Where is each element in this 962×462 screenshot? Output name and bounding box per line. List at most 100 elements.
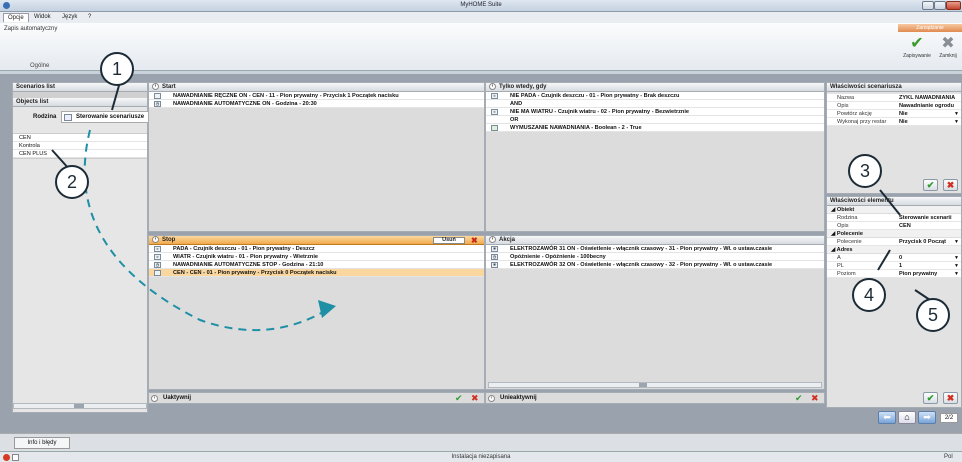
prop-key: Polecenie xyxy=(837,239,862,245)
ribbon-brand-bar: Zarządzanie xyxy=(898,24,962,32)
close-window-button[interactable] xyxy=(946,1,961,10)
scenario-properties-header: Właściwości scenariusza xyxy=(827,83,961,92)
info-errors-tab[interactable]: Info i błędy xyxy=(14,437,70,449)
objects-list-header[interactable]: Objects list xyxy=(13,98,147,107)
scroll-thumb[interactable] xyxy=(639,383,647,387)
only-when-title: Tylko wtedy, gdy xyxy=(499,84,547,91)
sensor-icon: ≈ xyxy=(491,93,498,99)
stop-row-selected[interactable]: CEN - CEN - 01 - Pion prywatny - Przycis… xyxy=(149,269,484,277)
prop-a[interactable]: A 0 ▼ xyxy=(827,254,961,262)
delete-button[interactable]: Usuń xyxy=(433,237,465,244)
action-row[interactable]: ☀ ELEKTROZAWÓR 31 ON - Oświetlenie - włąc… xyxy=(486,245,824,253)
minimize-button[interactable] xyxy=(922,1,934,10)
collapse-icon[interactable]: ‹ xyxy=(488,395,495,402)
scenario-confirm-button[interactable]: ✔ xyxy=(923,179,938,191)
menu-bar: Opcje Widok Język ? xyxy=(0,12,962,23)
command-section[interactable]: ◢ Polecenie xyxy=(827,230,961,238)
prop-family[interactable]: Rodzina Sterowanie scenarii xyxy=(827,214,961,222)
condition-row[interactable]: ≈ NIE PADA - Czujnik deszczu - 01 - Pion … xyxy=(486,92,824,100)
dropdown-arrow-icon[interactable]: ▼ xyxy=(954,110,959,117)
lighting-icon: ☀ xyxy=(491,246,498,252)
action-row[interactable]: ◷ Opóźnienie - Opóźnienie - 100becny xyxy=(486,253,824,261)
section-title: Obiekt xyxy=(836,207,855,213)
maximize-button[interactable] xyxy=(934,1,946,10)
prop-description[interactable]: Opis CEN xyxy=(827,222,961,230)
scroll-thumb[interactable] xyxy=(74,404,84,408)
action-row[interactable]: ☀ ELEKTROZAWÓR 32 ON - Oświetlenie - włąc… xyxy=(486,261,824,269)
sensor-icon: ≈ xyxy=(491,109,498,115)
object-item-cen-plus[interactable]: CEN PLUS xyxy=(13,150,147,158)
object-section[interactable]: ◢ Obiekt xyxy=(827,206,961,214)
cancel-x-icon[interactable]: ✖ xyxy=(811,393,819,404)
menu-jezyk[interactable]: Język xyxy=(58,13,81,22)
action-row-text: Opóźnienie - Opóźnienie - 100becny xyxy=(510,254,606,260)
action-header[interactable]: ‹ Akcja xyxy=(486,236,824,245)
window-title-bar: MyHOME Suite xyxy=(0,0,962,12)
menu-widok[interactable]: Widok xyxy=(30,13,55,22)
bottom-tab-bar: Info i błędy xyxy=(0,433,962,451)
save-button[interactable]: ✔ Zapisywanie xyxy=(902,35,932,67)
dropdown-arrow-icon[interactable]: ▼ xyxy=(954,254,959,261)
dropdown-arrow-icon[interactable]: ▼ xyxy=(954,238,959,245)
object-item-cen[interactable]: CEN xyxy=(13,134,147,142)
start-header[interactable]: ‹ Start xyxy=(149,83,484,92)
stop-row[interactable]: ≈ PADA - Czujnik deszczu - 01 - Pion pryw… xyxy=(149,245,484,253)
prop-repeat-action[interactable]: Powtórz akcję Nie ▼ xyxy=(827,110,961,118)
close-scenario-button[interactable]: ✖ Zamknij xyxy=(934,35,962,67)
collapse-icon[interactable]: ‹ xyxy=(152,236,159,243)
condition-row[interactable]: ≈ NIE MA WIATRU - Czujnik wiatru - 02 - P… xyxy=(486,108,824,116)
forward-arrow-icon[interactable]: ➡ xyxy=(918,411,936,424)
callout-1: 1 xyxy=(100,52,134,86)
dropdown-arrow-icon[interactable]: ▼ xyxy=(954,118,959,125)
collapse-icon[interactable]: ‹ xyxy=(151,395,158,402)
dropdown-arrow-icon[interactable]: ▼ xyxy=(954,262,959,269)
start-row[interactable]: NAWADNIANIE RĘCZNE ON - CEN - 11 - Pion … xyxy=(149,92,484,100)
prop-name[interactable]: Nazwa ZYKL NAWADNIANIA xyxy=(827,94,961,102)
section-title: Polecenie xyxy=(836,231,863,237)
operator-row[interactable]: AND xyxy=(486,100,824,108)
operator-row[interactable]: OR xyxy=(486,116,824,124)
dropdown-arrow-icon[interactable]: ▼ xyxy=(954,270,959,277)
menu-help[interactable]: ? xyxy=(84,13,95,22)
scenarios-list-header[interactable]: Scenarios list xyxy=(13,83,147,92)
lighting-icon: ☀ xyxy=(491,262,498,268)
back-arrow-icon[interactable]: ⬅ xyxy=(878,411,896,424)
family-dropdown[interactable]: Sterowanie scenariusze xyxy=(61,111,149,123)
stop-row[interactable]: ≈ WIATR - Czujnik wiatru - 01 - Pion pryw… xyxy=(149,253,484,261)
address-section[interactable]: ◢ Adres xyxy=(827,246,961,254)
prop-description[interactable]: Opis Nawadnianie ogrodu xyxy=(827,102,961,110)
scenario-icon xyxy=(64,114,72,121)
prop-run-on-restart[interactable]: Wykonaj przy restar Nie ▼ xyxy=(827,118,961,126)
start-title: Start xyxy=(162,84,176,91)
stop-header[interactable]: ‹ Stop Usuń ✖ xyxy=(149,236,484,245)
prop-value: Sterowanie scenarii xyxy=(899,215,952,221)
prop-level[interactable]: Poziom Pion prywatny ▼ xyxy=(827,270,961,278)
confirm-check-icon[interactable]: ✔ xyxy=(795,393,803,404)
action-row-text: ELEKTROZAWÓR 32 ON - Oświetlenie - włącz… xyxy=(510,262,773,268)
stop-row[interactable]: ◷ NAWADNIANIE AUTOMATYCZNE STOP - Godzina… xyxy=(149,261,484,269)
prop-value: Nie xyxy=(899,119,908,125)
only-when-header[interactable]: ‹ Tylko wtedy, gdy xyxy=(486,83,824,92)
menu-opcje[interactable]: Opcje xyxy=(3,13,29,22)
object-item-kontrola[interactable]: Kontrola xyxy=(13,142,147,150)
element-cancel-button[interactable]: ✖ xyxy=(943,392,958,404)
deactivate-label: Unieaktywnij xyxy=(500,395,537,401)
collapse-icon[interactable]: ‹ xyxy=(152,83,159,90)
prop-pl[interactable]: PL 1 ▼ xyxy=(827,262,961,270)
collapse-icon[interactable]: ‹ xyxy=(489,83,496,90)
left-horizontal-scrollbar[interactable] xyxy=(13,403,147,409)
delete-x-icon[interactable]: ✖ xyxy=(471,236,478,245)
autosave-option[interactable]: Zapis automatyczny xyxy=(4,26,57,32)
start-panel: ‹ Start NAWADNIANIE RĘCZNE ON - CEN - 11 … xyxy=(148,82,485,232)
prop-value: Pion prywatny xyxy=(899,271,938,277)
condition-row[interactable]: WYMUSZANIE NAWADNIANIA - Boolean - 2 - T… xyxy=(486,124,824,132)
home-icon[interactable]: ⌂ xyxy=(898,411,916,424)
action-horizontal-scrollbar[interactable] xyxy=(488,382,822,388)
collapse-icon[interactable]: ‹ xyxy=(489,236,496,243)
confirm-check-icon[interactable]: ✔ xyxy=(455,393,463,404)
cancel-x-icon[interactable]: ✖ xyxy=(471,393,479,404)
prop-command[interactable]: Polecenie Przycisk 0 Począt ▼ xyxy=(827,238,961,246)
scenario-cancel-button[interactable]: ✖ xyxy=(943,179,958,191)
element-confirm-button[interactable]: ✔ xyxy=(923,392,938,404)
start-row[interactable]: ◷ NAWADNIANIE AUTOMATYCZNE ON - Godzina -… xyxy=(149,100,484,108)
